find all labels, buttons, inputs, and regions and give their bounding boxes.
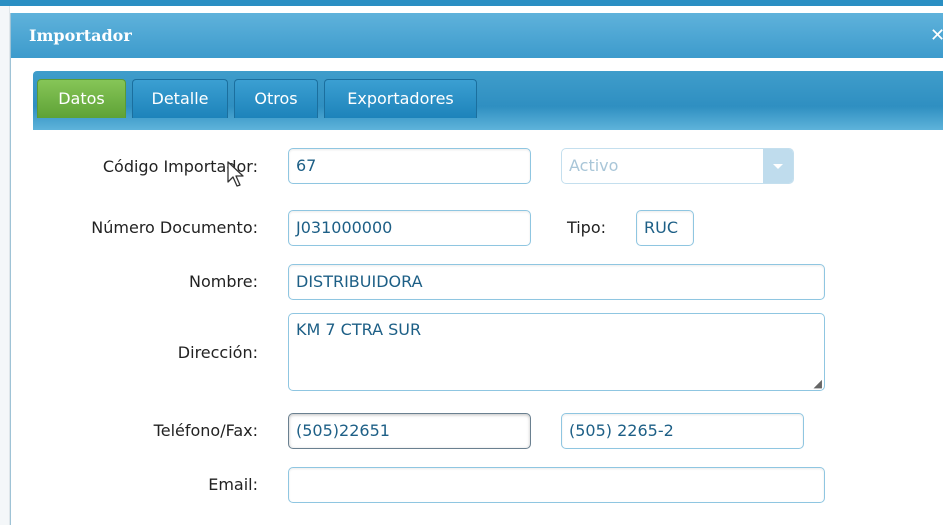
importador-dialog: Importador ✕ Datos Detalle Otros Exporta… (10, 13, 943, 525)
dialog-titlebar[interactable]: Importador ✕ (11, 13, 943, 58)
direccion-textarea[interactable]: KM 7 CTRA SUR ◢ (288, 313, 825, 391)
tab-bar: Datos Detalle Otros Exportadores (33, 71, 943, 130)
tab-exportadores[interactable]: Exportadores (324, 79, 477, 118)
chevron-down-icon[interactable] (763, 149, 793, 183)
estado-select-value: Activo (569, 156, 619, 175)
estado-select[interactable]: Activo (561, 148, 794, 184)
codigo-importador-field[interactable]: 67 (288, 148, 531, 184)
numero-documento-field[interactable]: J031000000 (288, 210, 531, 246)
background-panel-edge (0, 6, 10, 525)
telefono-fax-label: Teléfono/Fax: (153, 421, 258, 440)
direccion-value: KM 7 CTRA SUR (296, 320, 422, 339)
mouse-cursor-icon (227, 161, 244, 187)
close-icon[interactable]: ✕ (930, 25, 943, 46)
tab-datos[interactable]: Datos (37, 79, 126, 118)
tab-otros[interactable]: Otros (234, 79, 318, 118)
fax-field[interactable]: (505) 2265-2 (561, 413, 804, 449)
nombre-label: Nombre: (189, 272, 258, 291)
email-label: Email: (208, 475, 258, 494)
top-accent-bar (0, 0, 943, 6)
telefono-field[interactable]: (505)22651 (288, 413, 531, 449)
numero-documento-label: Número Documento: (91, 218, 258, 237)
tab-detalle[interactable]: Detalle (132, 79, 228, 118)
nombre-field[interactable]: DISTRIBUIDORA (288, 264, 825, 300)
dialog-title: Importador (29, 26, 132, 45)
tipo-field[interactable]: RUC (636, 210, 694, 246)
tipo-label: Tipo: (566, 218, 606, 237)
email-field[interactable] (288, 467, 825, 503)
direccion-label: Dirección: (177, 343, 258, 362)
resize-handle-icon[interactable]: ◢ (814, 378, 822, 389)
